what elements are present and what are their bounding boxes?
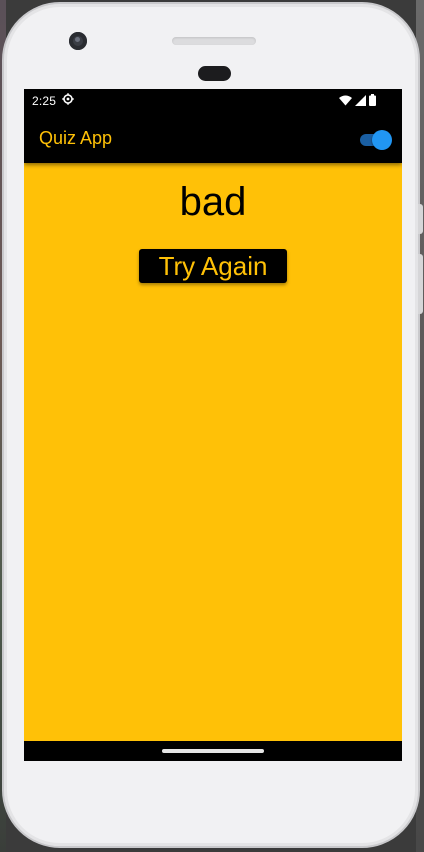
signal-icon	[355, 94, 366, 106]
toggle-thumb	[372, 130, 392, 150]
result-text: bad	[179, 180, 247, 224]
front-camera-icon	[69, 32, 87, 50]
theme-toggle[interactable]	[358, 129, 392, 150]
navigation-bar	[24, 741, 402, 761]
home-gesture-handle[interactable]	[162, 749, 264, 753]
earpiece-icon	[198, 66, 231, 81]
volume-button	[418, 254, 423, 314]
app-bar: Quiz App	[24, 113, 402, 163]
speaker-grille	[172, 37, 256, 45]
status-bar: 2:25	[24, 89, 402, 113]
app-title: Quiz App	[39, 128, 113, 148]
quiz-result-area: bad Try Again	[24, 163, 402, 741]
power-button	[418, 204, 423, 234]
battery-icon	[369, 94, 376, 106]
try-again-button[interactable]: Try Again	[139, 249, 287, 283]
phone-frame: 2:25 Quiz App bad Try Again	[2, 2, 423, 848]
settings-icon	[62, 93, 74, 105]
status-icons	[339, 94, 376, 106]
status-time: 2:25	[32, 94, 57, 108]
phone-screen: 2:25 Quiz App bad Try Again	[24, 89, 402, 761]
wifi-icon	[339, 95, 352, 105]
